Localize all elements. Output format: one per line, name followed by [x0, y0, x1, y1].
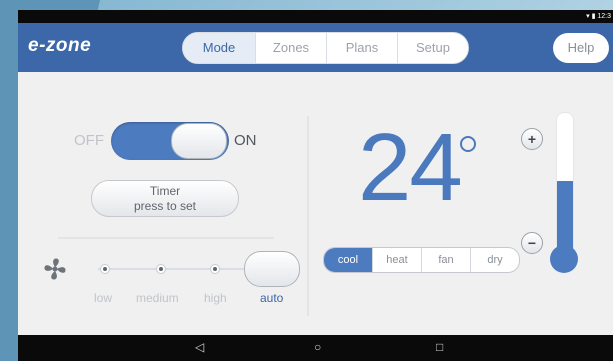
tab-plans[interactable]: Plans — [326, 33, 397, 63]
fan-speed-label-auto: auto — [260, 291, 284, 305]
android-nav-bar: ◁ ○ □ — [18, 335, 613, 361]
timer-button[interactable]: Timer press to set — [91, 180, 239, 217]
fan-speed-label-low: low — [94, 291, 113, 305]
status-bar: ▾ ▮ 12:3 — [18, 10, 613, 23]
tab-zones[interactable]: Zones — [255, 33, 326, 63]
app-logo: e-zone — [28, 35, 92, 56]
fan-speed-dot-low[interactable] — [100, 264, 110, 274]
minus-icon[interactable]: − — [521, 232, 543, 254]
clock: 12:3 — [597, 13, 611, 20]
fan-speed-dot-medium[interactable] — [156, 264, 166, 274]
thermometer-tube[interactable] — [556, 112, 574, 264]
fan-speed-label-medium: medium — [136, 291, 179, 305]
home-icon[interactable]: ○ — [314, 340, 321, 354]
section-divider — [58, 237, 274, 239]
tab-mode[interactable]: Mode — [183, 33, 255, 63]
panel-divider — [307, 116, 309, 316]
fan-speed-dot-high[interactable] — [210, 264, 220, 274]
power-toggle-knob[interactable] — [171, 123, 227, 159]
wifi-icon: ▾ — [586, 13, 590, 20]
mode-dry[interactable]: dry — [470, 248, 519, 272]
power-off-label: OFF — [74, 132, 104, 149]
app-header: e-zone Mode Zones Plans Setup Help — [18, 23, 613, 72]
thermometer-bulb — [550, 245, 578, 273]
back-icon[interactable]: ◁ — [195, 340, 204, 354]
device-screen: ▾ ▮ 12:3 e-zone Mode Zones Plans Setup H… — [18, 10, 613, 361]
fan-speed-knob[interactable] — [244, 251, 300, 287]
fan-speed-label-high: high — [204, 291, 227, 305]
recents-icon[interactable]: □ — [436, 340, 443, 354]
fan-icon — [44, 258, 66, 280]
mode-heat[interactable]: heat — [372, 248, 421, 272]
power-toggle[interactable] — [111, 122, 229, 160]
timer-subtitle: press to set — [133, 199, 197, 213]
help-button[interactable]: Help — [553, 33, 609, 63]
temperature-value: 24 — [358, 114, 463, 221]
mode-fan[interactable]: fan — [421, 248, 470, 272]
tab-setup[interactable]: Setup — [397, 33, 468, 63]
timer-title: Timer — [149, 184, 181, 198]
battery-icon: ▮ — [591, 13, 596, 20]
mode-selector: cool heat fan dry — [323, 247, 520, 273]
plus-icon[interactable]: + — [521, 128, 543, 150]
main-tabs: Mode Zones Plans Setup — [182, 32, 469, 64]
degree-symbol — [460, 136, 476, 152]
power-on-label: ON — [234, 132, 257, 149]
status-icons: ▾ ▮ 12:3 — [586, 10, 611, 23]
mode-cool[interactable]: cool — [324, 248, 372, 272]
